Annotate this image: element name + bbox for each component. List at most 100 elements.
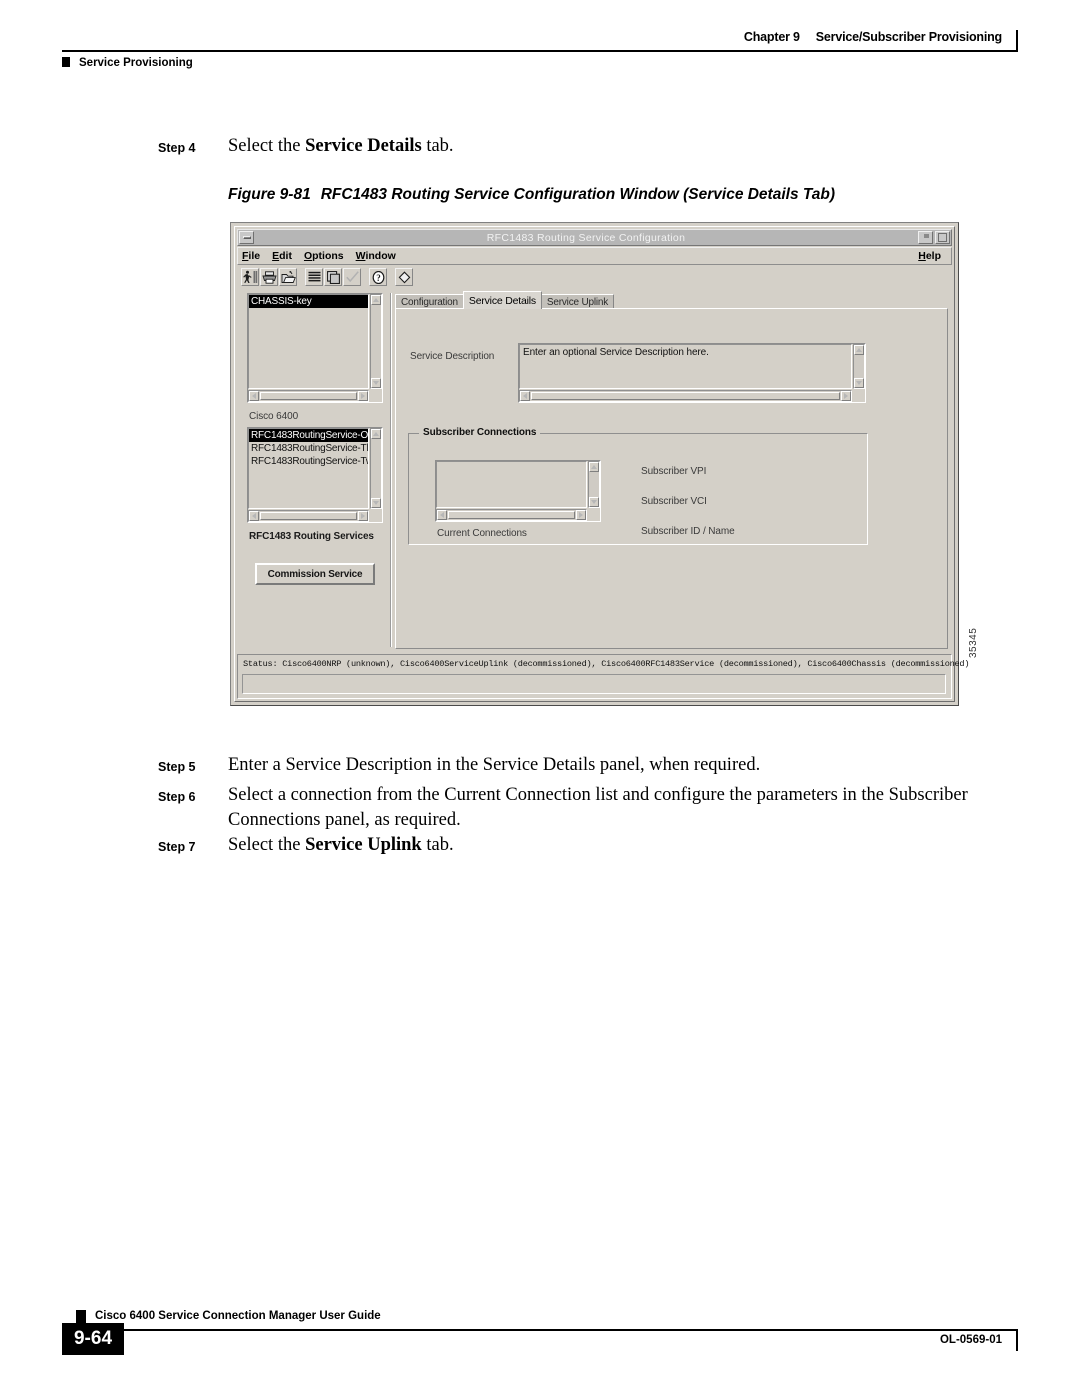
footer-rule	[62, 1329, 1018, 1331]
scroll-up-icon[interactable]	[854, 345, 864, 355]
description-vertical-scrollbar[interactable]	[853, 344, 865, 389]
service-description-label: Service Description	[410, 351, 495, 362]
scroll-right-icon[interactable]	[576, 510, 586, 520]
menu-file[interactable]: File	[242, 250, 260, 262]
list-item[interactable]: RFC1483RoutingService-Th	[249, 442, 368, 455]
figure-screenshot: RFC1483 Routing Service Configuration Fi…	[230, 222, 970, 712]
tab-service-uplink[interactable]: Service Uplink	[540, 294, 615, 309]
list-item[interactable]: CHASSIS-key	[249, 295, 368, 308]
run-icon[interactable]	[241, 268, 259, 286]
scroll-left-icon[interactable]	[437, 510, 447, 520]
scroll-left-icon[interactable]	[520, 391, 530, 401]
chassis-list[interactable]: CHASSIS-key	[248, 294, 369, 389]
tab-configuration[interactable]: Configuration	[395, 294, 464, 309]
commission-service-button[interactable]: Commission Service	[255, 563, 375, 585]
connections-vertical-scrollbar[interactable]	[588, 461, 600, 508]
status-field[interactable]	[242, 674, 946, 694]
help-icon[interactable]: ?	[369, 268, 387, 286]
scroll-down-icon[interactable]	[371, 378, 381, 388]
toolbar-separator-2	[362, 277, 368, 278]
open-folder-icon[interactable]	[279, 268, 297, 286]
current-connections-listbox[interactable]	[435, 460, 601, 522]
connections-horizontal-scrollbar[interactable]	[436, 509, 587, 521]
right-pane: Configuration Service Details Service Up…	[395, 291, 948, 649]
menubar: File Edit Options Window Help	[237, 247, 952, 265]
services-vertical-scrollbar[interactable]	[370, 428, 382, 509]
step-6-label: Step 6	[158, 790, 196, 804]
toolbar-separator-3	[388, 277, 394, 278]
list-item[interactable]: RFC1483RoutingService-On	[249, 429, 368, 442]
list-item[interactable]: RFC1483RoutingService-Tw	[249, 455, 368, 468]
toolbar-separator	[298, 277, 304, 278]
step-4-text-bold: Service Details	[305, 136, 422, 156]
scroll-down-icon[interactable]	[371, 498, 381, 508]
figure-id: 35345	[968, 627, 979, 658]
pane-divider[interactable]	[390, 293, 392, 647]
scroll-left-icon[interactable]	[249, 511, 259, 521]
scroll-thumb[interactable]	[531, 392, 840, 400]
footer-bullet-square-icon	[76, 1310, 86, 1323]
header-rule	[62, 50, 1018, 52]
step-7-text-bold: Service Uplink	[305, 835, 422, 855]
scroll-right-icon[interactable]	[841, 391, 851, 401]
footer-page-number: 9-64	[62, 1323, 124, 1355]
app-window-inner: RFC1483 Routing Service Configuration Fi…	[234, 226, 970, 702]
menu-options[interactable]: Options	[304, 250, 344, 262]
chassis-listbox[interactable]: CHASSIS-key	[247, 293, 383, 403]
subscriber-vpi-label: Subscriber VPI	[641, 466, 707, 477]
restore-icon[interactable]	[918, 231, 933, 244]
scroll-down-icon[interactable]	[854, 378, 864, 388]
tabstrip: Configuration Service Details Service Up…	[395, 291, 948, 309]
left-pane: CHASSIS-key Cisco 6400 RFC1483RoutingSer…	[243, 291, 386, 649]
window-titlebar[interactable]: RFC1483 Routing Service Configuration	[237, 229, 952, 246]
menu-window-rest: indow	[365, 250, 396, 262]
scroll-thumb[interactable]	[260, 512, 357, 520]
services-horizontal-scrollbar[interactable]	[248, 510, 369, 522]
refresh-icon[interactable]	[395, 268, 413, 286]
menu-help[interactable]: Help	[918, 250, 941, 262]
services-label: RFC1483 Routing Services	[249, 531, 374, 542]
copy-icon[interactable]	[324, 268, 342, 286]
step-5-text: Enter a Service Description in the Servi…	[228, 755, 761, 775]
system-menu-icon[interactable]	[239, 231, 254, 244]
menu-file-rest: ile	[248, 250, 261, 262]
chassis-vertical-scrollbar[interactable]	[370, 294, 382, 389]
services-listbox[interactable]: RFC1483RoutingService-On RFC1483RoutingS…	[247, 427, 383, 523]
scroll-left-icon[interactable]	[249, 391, 259, 401]
figure-number: Figure 9-81	[228, 186, 311, 203]
scroll-thumb[interactable]	[448, 511, 575, 519]
svg-text:?: ?	[376, 273, 381, 283]
scroll-right-icon[interactable]	[358, 511, 368, 521]
print-icon[interactable]	[260, 268, 278, 286]
scroll-up-icon[interactable]	[371, 295, 381, 305]
service-description-box[interactable]: Enter an optional Service Description he…	[518, 343, 866, 403]
menu-window[interactable]: Window	[356, 250, 396, 262]
step-7-text-post: tab.	[421, 835, 454, 855]
page-header: Chapter 9 Service/Subscriber Provisioning…	[62, 30, 1018, 80]
header-chapter: Chapter 9 Service/Subscriber Provisioning	[744, 30, 1002, 44]
window-body: CHASSIS-key Cisco 6400 RFC1483RoutingSer…	[237, 289, 952, 651]
maximize-icon[interactable]	[935, 231, 950, 244]
menu-edit[interactable]: Edit	[272, 250, 292, 262]
scroll-up-icon[interactable]	[589, 462, 599, 472]
scroll-down-icon[interactable]	[589, 497, 599, 507]
step-4-text-post: tab.	[421, 136, 454, 156]
scroll-thumb[interactable]	[260, 392, 357, 400]
tab-service-details[interactable]: Service Details	[462, 291, 542, 309]
list-icon[interactable]	[305, 268, 323, 286]
figure-caption-text: RFC1483 Routing Service Configuration Wi…	[320, 186, 836, 203]
subscriber-vci-label: Subscriber VCI	[641, 496, 707, 507]
scroll-up-icon[interactable]	[371, 429, 381, 439]
check-icon[interactable]	[343, 268, 361, 286]
scroll-right-icon[interactable]	[358, 391, 368, 401]
step-6-text: Select a connection from the Current Con…	[228, 785, 968, 830]
header-tick	[1016, 30, 1018, 52]
service-description-input[interactable]: Enter an optional Service Description he…	[519, 344, 852, 389]
header-chapter-title: Service/Subscriber Provisioning	[815, 30, 1002, 44]
chassis-horizontal-scrollbar[interactable]	[248, 390, 369, 402]
description-horizontal-scrollbar[interactable]	[519, 390, 852, 402]
subscriber-connections-title: Subscriber Connections	[419, 427, 541, 438]
current-connections-list[interactable]	[436, 461, 587, 508]
services-list[interactable]: RFC1483RoutingService-On RFC1483RoutingS…	[248, 428, 369, 509]
subscriber-connections-group: Subscriber Connections Current Connectio…	[408, 427, 868, 545]
